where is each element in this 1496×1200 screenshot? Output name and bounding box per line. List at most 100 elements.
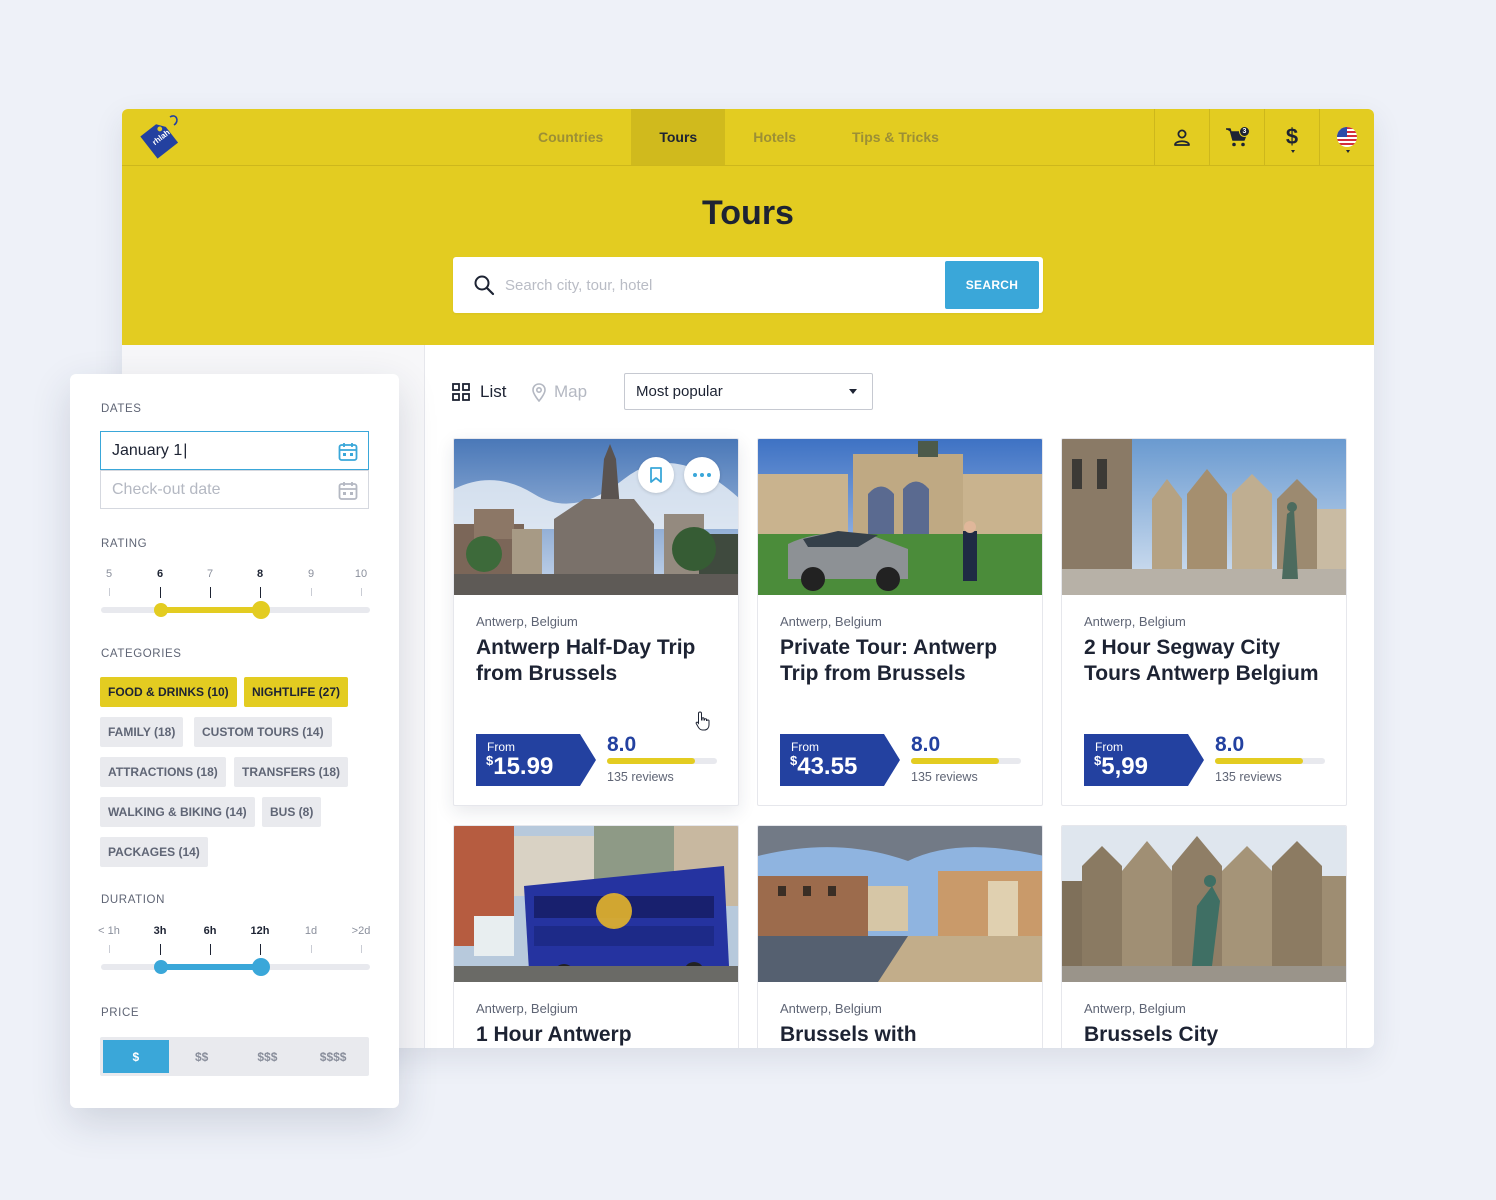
chevron-down-icon xyxy=(1291,150,1295,153)
sort-value: Most popular xyxy=(636,383,723,400)
language-selector[interactable] xyxy=(1319,109,1374,165)
sort-dropdown[interactable]: Most popular xyxy=(624,373,873,410)
categories-label: CATEGORIES xyxy=(101,648,182,660)
category-chip-transfers[interactable]: TRANSFERS (18) xyxy=(234,757,349,787)
more-options-button[interactable] xyxy=(684,457,720,493)
duration-slider-labels: < 1h 3h 6h 12h 1d >2d xyxy=(98,925,370,941)
nav-item-tours[interactable]: Tours xyxy=(631,109,726,165)
tour-location: Antwerp, Belgium xyxy=(1084,1001,1186,1016)
rating-score: 8.0 xyxy=(911,733,941,756)
tour-title[interactable]: 1 Hour Antwerp xyxy=(476,1022,726,1048)
price-option-4[interactable]: $$$$ xyxy=(300,1040,366,1073)
category-chip-packages[interactable]: PACKAGES (14) xyxy=(100,837,208,867)
tour-card[interactable]: Antwerp, Belgium 2 Hour Segway City Tour… xyxy=(1061,438,1347,806)
search-icon xyxy=(474,275,495,296)
category-chip-walking-biking[interactable]: WALKING & BIKING (14) xyxy=(100,797,255,827)
duration-slider-max-handle[interactable] xyxy=(252,958,270,976)
duration-slider-range xyxy=(160,964,261,970)
tour-title[interactable]: 2 Hour Segway City Tours Antwerp Belgium xyxy=(1084,635,1334,687)
tour-title[interactable]: Brussels City xyxy=(1084,1022,1334,1048)
tour-card[interactable]: Antwerp, Belgium Brussels with xyxy=(757,825,1043,1048)
hand-cursor-icon xyxy=(695,711,710,731)
price-option-2[interactable]: $$ xyxy=(169,1040,235,1073)
price-tag: From $15.99 xyxy=(476,734,596,786)
checkin-date-field[interactable]: January 1 | xyxy=(100,431,369,470)
us-flag-icon xyxy=(1337,127,1357,147)
nav-item-countries[interactable]: Countries xyxy=(510,109,631,165)
list-view-toggle[interactable]: List xyxy=(452,382,506,402)
nav-item-tips-tricks[interactable]: Tips & Tricks xyxy=(824,109,967,165)
slider-tick xyxy=(160,944,161,955)
calendar-icon xyxy=(338,482,358,500)
price-label: PRICE xyxy=(101,1007,140,1019)
chevron-down-icon xyxy=(849,389,857,394)
checkout-date-field[interactable]: Check-out date xyxy=(100,470,369,509)
tour-title[interactable]: Antwerp Half-Day Trip from Brussels xyxy=(476,635,726,687)
tour-card[interactable]: Antwerp, Belgium Private Tour: Antwerp T… xyxy=(757,438,1043,806)
category-chip-attractions[interactable]: ATTRACTIONS (18) xyxy=(100,757,226,787)
review-count[interactable]: 135 reviews xyxy=(607,770,674,784)
nav-item-hotels[interactable]: Hotels xyxy=(725,109,824,165)
tour-card[interactable]: Antwerp, Belgium 1 Hour Antwerp xyxy=(453,825,739,1048)
tour-image-grote-markt xyxy=(1062,439,1346,595)
hero-banner: Tours SEARCH xyxy=(122,166,1374,345)
rating-label: RATING xyxy=(101,538,148,550)
rating-score: 8.0 xyxy=(1215,733,1245,756)
price-from-label: From xyxy=(1095,740,1123,754)
rating-slider-max-handle[interactable] xyxy=(252,601,270,619)
slider-tick xyxy=(109,588,110,596)
category-chip-bus[interactable]: BUS (8) xyxy=(262,797,322,827)
duration-slider-min-handle[interactable] xyxy=(154,960,168,974)
cart-button[interactable]: 3 xyxy=(1209,109,1264,165)
price-option-1[interactable]: $ xyxy=(103,1040,169,1073)
tour-location: Antwerp, Belgium xyxy=(1084,614,1186,629)
tour-image-city-bus xyxy=(454,826,738,982)
category-chip-food-drinks[interactable]: FOOD & DRINKS (10) xyxy=(100,677,237,707)
slider-tick xyxy=(210,944,211,955)
top-navigation: rhlah Countries Tours Hotels Tips & Tric… xyxy=(122,109,1374,166)
category-chip-custom-tours[interactable]: CUSTOM TOURS (14) xyxy=(194,717,332,747)
tour-title[interactable]: Private Tour: Antwerp Trip from Brussels xyxy=(780,635,1030,687)
tour-card[interactable]: Antwerp, Belgium Antwerp Half-Day Trip f… xyxy=(453,438,739,806)
price-from-label: From xyxy=(487,740,515,754)
price-tag: From $5,99 xyxy=(1084,734,1204,786)
search-input[interactable] xyxy=(505,273,925,297)
nav-icon-group: 3 $ xyxy=(1154,109,1374,165)
duration-tick-label: 3h xyxy=(153,925,167,937)
slider-tick xyxy=(361,945,362,953)
category-chip-family[interactable]: FAMILY (18) xyxy=(100,717,184,747)
review-count[interactable]: 135 reviews xyxy=(911,770,978,784)
map-view-toggle[interactable]: Map xyxy=(532,382,587,402)
price-value: $15.99 xyxy=(486,753,554,780)
price-option-3[interactable]: $$$ xyxy=(235,1040,301,1073)
logo-tag-icon[interactable]: rhlah xyxy=(132,113,182,163)
rating-slider-min-handle[interactable] xyxy=(154,603,168,617)
rating-slider-labels: 5 6 7 8 9 10 xyxy=(100,568,370,584)
tour-title[interactable]: Brussels with xyxy=(780,1022,1030,1048)
review-count[interactable]: 135 reviews xyxy=(1215,770,1282,784)
category-chip-nightlife[interactable]: NIGHTLIFE (27) xyxy=(244,677,349,707)
map-view-label: Map xyxy=(554,382,588,401)
rating-bar xyxy=(607,758,717,764)
nav-menu: Countries Tours Hotels Tips & Tricks xyxy=(510,109,967,165)
grid-icon xyxy=(452,383,470,401)
slider-tick xyxy=(311,945,312,953)
rating-tick-label: 10 xyxy=(354,568,368,580)
checkin-date-value: January 1 xyxy=(112,441,183,459)
duration-slider-track[interactable] xyxy=(101,964,370,970)
tour-card[interactable]: Antwerp, Belgium Brussels City xyxy=(1061,825,1347,1048)
slider-tick xyxy=(260,587,261,598)
duration-tick-label: 1d xyxy=(304,925,318,937)
duration-tick-label: 6h xyxy=(203,925,217,937)
account-button[interactable] xyxy=(1154,109,1209,165)
rating-slider-track[interactable] xyxy=(101,607,370,613)
duration-tick-label: < 1h xyxy=(98,925,120,937)
more-icon xyxy=(693,473,711,477)
slider-tick xyxy=(361,588,362,596)
list-view-label: List xyxy=(480,382,507,401)
search-button[interactable]: SEARCH xyxy=(945,261,1039,309)
rating-bar xyxy=(911,758,1021,764)
tour-image-canal xyxy=(758,826,1042,982)
currency-selector[interactable]: $ xyxy=(1264,109,1319,165)
bookmark-button[interactable] xyxy=(638,457,674,493)
